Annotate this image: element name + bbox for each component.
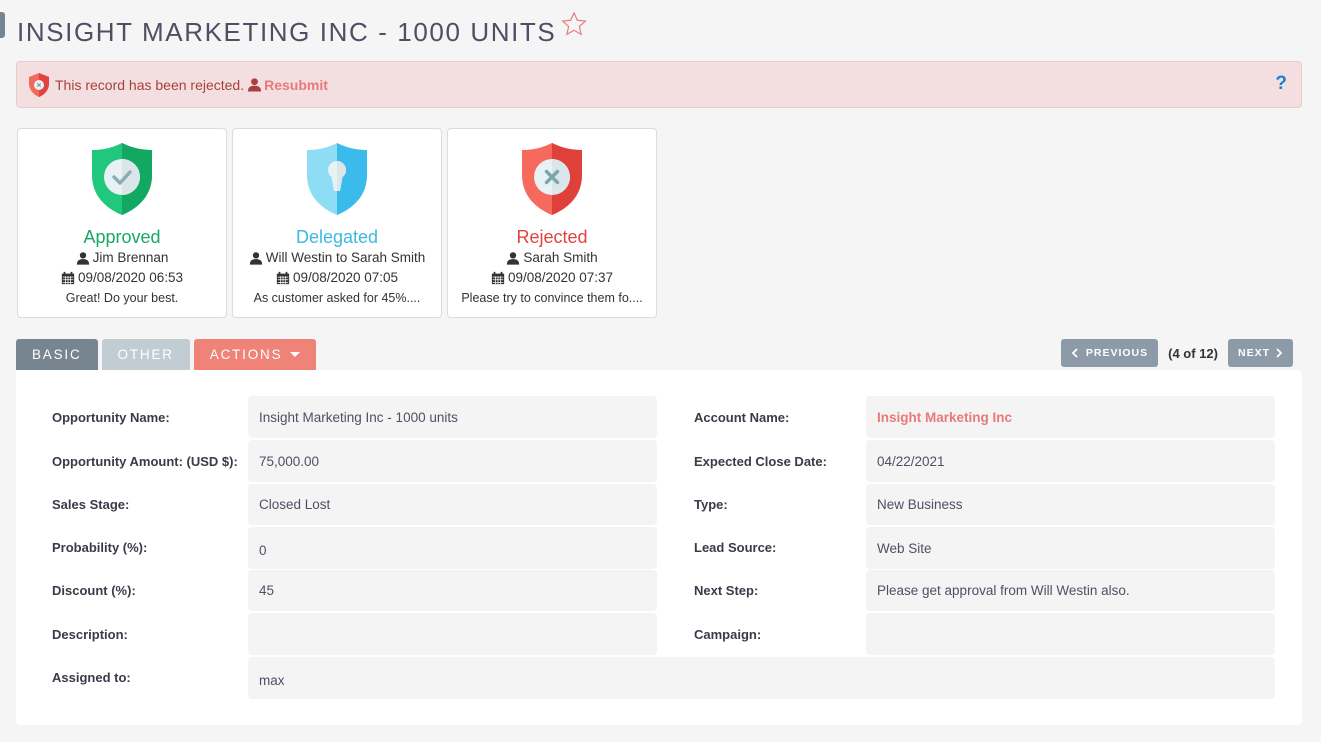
approval-datetime: 09/08/2020 07:37 (448, 268, 656, 288)
field-label-description: Description: (52, 627, 128, 642)
record-position: (4 of 12) (1168, 345, 1218, 361)
tab-basic-label: BASIC (32, 347, 82, 362)
calendar-icon (276, 271, 290, 285)
calendar-icon (61, 271, 75, 285)
field-value-opportunity-amount: 75,000.00 (248, 440, 657, 482)
sidebar-toggle-tab[interactable] (0, 12, 5, 38)
approval-status: Delegated (295, 227, 379, 247)
approval-comment: As customer asked for 45%.... (253, 291, 421, 305)
user-icon (507, 252, 520, 265)
approval-datetime: 09/08/2020 07:05 (233, 268, 441, 288)
field-value-type: New Business (866, 484, 1275, 525)
approval-user-name: Will Westin to Sarah Smith (265, 250, 426, 265)
tab-other[interactable]: OTHER (101, 339, 190, 370)
field-label-discount: Discount (%): (52, 583, 136, 598)
field-label-opportunity-amount: Opportunity Amount: (USD $): (52, 454, 238, 469)
field-label-account-name: Account Name: (694, 410, 790, 425)
previous-button[interactable]: PREVIOUS (1060, 339, 1159, 367)
field-label-probability: Probability (%): (52, 540, 148, 555)
field-label-assigned-to: Assigned to: (52, 670, 131, 685)
field-value-description (248, 613, 657, 655)
field-label-expected-close-date: Expected Close Date: (694, 454, 827, 469)
actions-label: ACTIONS (209, 347, 283, 362)
approval-comment: Great! Do your best. (65, 291, 179, 305)
approval-cards: Approved Jim Brennan 09/08/2020 06:53 Gr… (17, 128, 657, 318)
tab-basic[interactable]: BASIC (16, 339, 98, 370)
shield-reject-icon (29, 72, 49, 97)
shield-x-icon (522, 143, 582, 215)
field-value-opportunity-name: Insight Marketing Inc - 1000 units (248, 396, 657, 438)
field-value-next-step: Please get approval from Will Westin als… (866, 570, 1275, 611)
approval-user-name: Jim Brennan (92, 250, 169, 265)
approval-card-approved: Approved Jim Brennan 09/08/2020 06:53 Gr… (17, 128, 227, 318)
field-label-type: Type: (694, 497, 728, 512)
star-outline-icon[interactable] (560, 10, 588, 38)
record-pager: PREVIOUS (4 of 12) NEXT (1060, 339, 1293, 367)
caret-down-icon (290, 352, 301, 357)
previous-label: PREVIOUS (1085, 347, 1149, 359)
account-name-link[interactable]: Insight Marketing Inc (877, 410, 1012, 425)
approval-datetime-text: 09/08/2020 06:53 (77, 270, 184, 285)
title-row: INSIGHT MARKETING INC - 1000 UNITS (17, 10, 588, 54)
approval-comment: Please try to convince them fo.... (461, 291, 643, 305)
field-value-discount: 45 (248, 570, 657, 611)
detail-panel: Opportunity Name: Insight Marketing Inc … (16, 370, 1302, 725)
next-label: NEXT (1237, 347, 1270, 359)
field-label-sales-stage: Sales Stage: (52, 497, 130, 512)
field-value-lead-source: Web Site (866, 527, 1275, 569)
next-button[interactable]: NEXT (1227, 339, 1293, 367)
field-value-sales-stage: Closed Lost (248, 484, 657, 525)
field-value-assigned-to: max (248, 657, 1275, 699)
field-label-opportunity-name: Opportunity Name: (52, 410, 170, 425)
approval-user: Will Westin to Sarah Smith (233, 248, 441, 268)
rejection-alert: This record has been rejected. Resubmit … (16, 61, 1302, 108)
field-value-probability: 0 (248, 527, 657, 569)
field-label-next-step: Next Step: (694, 583, 759, 598)
approval-status: Approved (83, 227, 161, 247)
chevron-left-icon (1071, 348, 1078, 358)
actions-dropdown[interactable]: ACTIONS (193, 339, 317, 370)
approval-datetime-text: 09/08/2020 07:05 (292, 270, 399, 285)
approval-card-rejected: Rejected Sarah Smith 09/08/2020 07:37 Pl… (447, 128, 657, 318)
user-icon (249, 252, 262, 265)
field-value-account-name: Insight Marketing Inc (866, 396, 1275, 438)
approval-user-name: Sarah Smith (523, 250, 598, 265)
help-icon[interactable]: ? (1275, 73, 1287, 95)
chevron-right-icon (1276, 348, 1283, 358)
user-icon (248, 78, 262, 92)
detail-tabs: BASIC OTHER ACTIONS (16, 339, 317, 370)
approval-user: Jim Brennan (18, 248, 226, 268)
field-label-lead-source: Lead Source: (694, 540, 777, 555)
approval-datetime: 09/08/2020 06:53 (18, 268, 226, 288)
page-title: INSIGHT MARKETING INC - 1000 UNITS (17, 17, 557, 47)
calendar-icon (491, 271, 505, 285)
user-icon (76, 252, 89, 265)
shield-check-icon (92, 143, 152, 215)
field-value-campaign (866, 613, 1275, 655)
approval-status: Rejected (516, 227, 588, 247)
approval-card-delegated: Delegated Will Westin to Sarah Smith 09/… (232, 128, 442, 318)
field-label-campaign: Campaign: (694, 627, 762, 642)
shield-keyhole-icon (307, 143, 367, 215)
approval-user: Sarah Smith (448, 248, 656, 268)
field-value-expected-close-date: 04/22/2021 (866, 440, 1275, 482)
tab-other-label: OTHER (117, 347, 174, 362)
resubmit-link[interactable]: Resubmit (264, 77, 328, 93)
alert-message: This record has been rejected. (55, 76, 245, 93)
approval-datetime-text: 09/08/2020 07:37 (507, 270, 614, 285)
